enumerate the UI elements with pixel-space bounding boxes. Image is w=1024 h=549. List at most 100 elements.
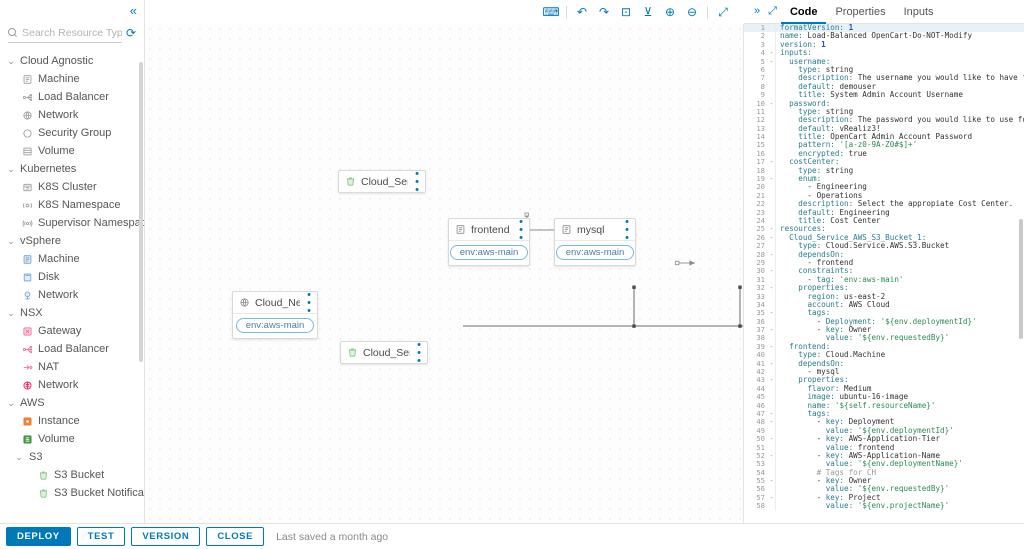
align-vertical-icon[interactable]: ⊻ <box>637 2 659 22</box>
sidebar-item-machine[interactable]: Machine <box>0 70 144 88</box>
fold-toggle-icon[interactable] <box>768 74 775 82</box>
keyboard-shortcuts-icon[interactable]: ⌨ <box>540 2 562 22</box>
fold-toggle-icon[interactable] <box>768 125 775 133</box>
sidebar-item-security-group[interactable]: Security Group <box>0 124 144 142</box>
fold-toggle-icon[interactable]: - <box>768 452 775 460</box>
code-scrollbar[interactable] <box>1019 219 1023 339</box>
sidebar-item-s3-bucket[interactable]: S3 Bucket <box>0 466 144 484</box>
search-input[interactable] <box>22 26 122 39</box>
node-menu-icon[interactable]: • • • <box>413 168 421 195</box>
fold-toggle-icon[interactable] <box>768 502 775 510</box>
fold-toggle-icon[interactable] <box>768 427 775 435</box>
fold-toggle-icon[interactable] <box>768 393 775 401</box>
sidebar-item-network[interactable]: Network <box>0 376 144 394</box>
fold-toggle-icon[interactable] <box>768 200 775 208</box>
fold-toggle-icon[interactable] <box>768 32 775 40</box>
sidebar-item-gateway[interactable]: Gateway <box>0 322 144 340</box>
fold-toggle-icon[interactable] <box>768 217 775 225</box>
sidebar-item-supervisor-namespace[interactable]: Supervisor Namespace <box>0 214 144 232</box>
fold-toggle-icon[interactable] <box>768 334 775 342</box>
sidebar-item-instance[interactable]: Instance <box>0 412 144 430</box>
fold-toggle-icon[interactable] <box>768 209 775 217</box>
sidebar-item-k8s-namespace[interactable]: K8S Namespace <box>0 196 144 214</box>
fold-toggle-icon[interactable] <box>768 368 775 376</box>
close-button[interactable]: CLOSE <box>206 527 265 546</box>
fold-toggle-icon[interactable] <box>768 385 775 393</box>
fullscreen-icon[interactable]: ⤢ <box>712 2 734 22</box>
fold-toggle-icon[interactable] <box>768 41 775 49</box>
fold-toggle-icon[interactable]: - <box>768 343 775 351</box>
fold-toggle-icon[interactable]: - <box>768 251 775 259</box>
code-editor[interactable]: 1 formatVersion: 1 2 name: Load-Balanced… <box>744 24 1024 523</box>
fold-toggle-icon[interactable] <box>768 192 775 200</box>
version-button[interactable]: VERSION <box>131 527 201 546</box>
fold-toggle-icon[interactable] <box>768 116 775 124</box>
fold-toggle-icon[interactable] <box>768 242 775 250</box>
test-button[interactable]: TEST <box>76 527 126 546</box>
sidebar-item-s3-bucket-notification[interactable]: S3 Bucket Notification <box>0 484 144 502</box>
fold-toggle-icon[interactable] <box>768 66 775 74</box>
expand-panel-icon[interactable]: ⤢ <box>764 6 781 17</box>
fold-toggle-icon[interactable]: - <box>768 284 775 292</box>
fold-toggle-icon[interactable] <box>768 301 775 309</box>
fold-toggle-icon[interactable]: - <box>768 360 775 368</box>
canvas-node-frontend[interactable]: frontend • • • env:aws-main <box>448 216 530 266</box>
fold-toggle-icon[interactable] <box>768 318 775 326</box>
sidebar-item-machine[interactable]: Machine <box>0 250 144 268</box>
collapse-sidebar-icon[interactable]: « <box>130 4 137 17</box>
fold-toggle-icon[interactable] <box>768 460 775 468</box>
canvas-node-cloudnetwork[interactable]: Cloud_Networ… ••• env:aws-main <box>232 289 318 339</box>
fold-toggle-icon[interactable]: - <box>768 49 775 57</box>
fold-toggle-icon[interactable] <box>768 141 775 149</box>
fold-toggle-icon[interactable]: - <box>768 158 775 166</box>
tab-properties[interactable]: Properties <box>826 0 894 24</box>
sidebar-item-network[interactable]: Network <box>0 286 144 304</box>
fold-toggle-icon[interactable] <box>768 469 775 477</box>
refresh-icon[interactable]: ⟳ <box>126 27 136 39</box>
sidebar-group-s3[interactable]: ⌄ S3 <box>0 448 144 466</box>
canvas-node-s3bucket1[interactable]: Cloud_Service… ••• <box>338 168 426 195</box>
sidebar-item-volume[interactable]: Volume <box>0 142 144 160</box>
align-horizontal-icon[interactable]: ⊡ <box>615 2 637 22</box>
canvas-node-s3bucket2[interactable]: Cloud_Service… ••• <box>340 339 428 366</box>
redo-icon[interactable]: ↷ <box>593 2 615 22</box>
fold-toggle-icon[interactable]: - <box>768 435 775 443</box>
fold-toggle-icon[interactable]: - <box>768 494 775 502</box>
fold-toggle-icon[interactable] <box>768 167 775 175</box>
sidebar-item-load-balancer[interactable]: Load Balancer <box>0 88 144 106</box>
fold-toggle-icon[interactable]: - <box>768 175 775 183</box>
sidebar-item-load-balancer[interactable]: Load Balancer <box>0 340 144 358</box>
fold-toggle-icon[interactable] <box>768 133 775 141</box>
fold-toggle-icon[interactable]: - <box>768 477 775 485</box>
canvas-node-mysql[interactable]: mysql • • • env:aws-main <box>554 216 636 266</box>
fold-toggle-icon[interactable]: - <box>768 418 775 426</box>
fold-toggle-icon[interactable]: - <box>768 309 775 317</box>
fold-toggle-icon[interactable]: - <box>768 410 775 418</box>
sidebar-group-cloud-agnostic[interactable]: ⌄ Cloud Agnostic <box>0 52 144 70</box>
fold-toggle-icon[interactable] <box>768 444 775 452</box>
node-menu-icon[interactable]: • • • <box>517 216 525 243</box>
sidebar-item-k8s-cluster[interactable]: K8S Cluster <box>0 178 144 196</box>
fold-toggle-icon[interactable] <box>768 108 775 116</box>
fold-toggle-icon[interactable] <box>768 259 775 267</box>
design-canvas[interactable]: Cloud_Service… ••• frontend ••• env:aws-… <box>145 24 744 523</box>
tab-code[interactable]: Code <box>780 0 827 24</box>
node-menu-icon[interactable]: • • • <box>305 289 313 316</box>
deploy-button[interactable]: DEPLOY <box>6 527 71 546</box>
sidebar-item-disk[interactable]: Disk <box>0 268 144 286</box>
fold-toggle-icon[interactable] <box>768 276 775 284</box>
fold-toggle-icon[interactable] <box>768 485 775 493</box>
fold-toggle-icon[interactable] <box>768 24 775 32</box>
fold-toggle-icon[interactable] <box>768 293 775 301</box>
fold-toggle-icon[interactable]: - <box>768 267 775 275</box>
fold-toggle-icon[interactable] <box>768 402 775 410</box>
fold-toggle-icon[interactable] <box>768 183 775 191</box>
sidebar-item-nat[interactable]: NAT <box>0 358 144 376</box>
fold-toggle-icon[interactable] <box>768 83 775 91</box>
fold-toggle-icon[interactable]: - <box>768 234 775 242</box>
fold-toggle-icon[interactable] <box>768 351 775 359</box>
sidebar-group-aws[interactable]: ⌄ AWS <box>0 394 144 412</box>
sidebar-group-nsx[interactable]: ⌄ NSX <box>0 304 144 322</box>
zoom-in-icon[interactable]: ⊕ <box>659 2 681 22</box>
zoom-out-icon[interactable]: ⊖ <box>681 2 703 22</box>
